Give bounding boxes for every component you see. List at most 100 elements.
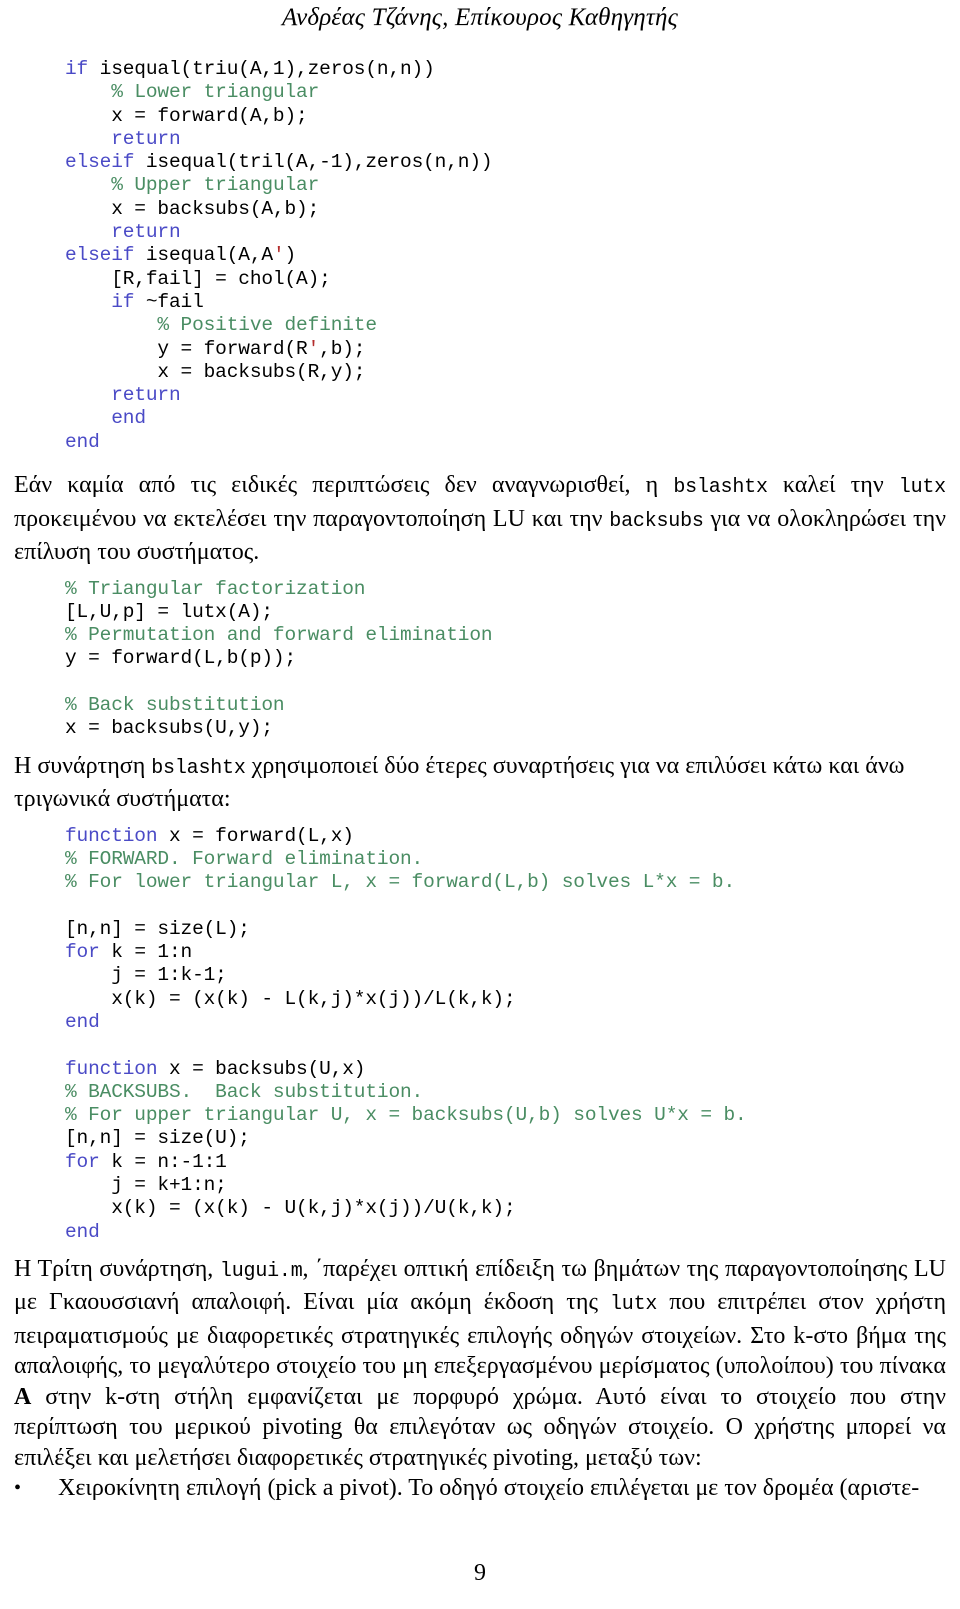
code-line: [n,n] = size(U);: [65, 1127, 946, 1150]
code-line: % Upper triangular: [65, 174, 946, 197]
code-line: [n,n] = size(L);: [65, 918, 946, 941]
code-token: ': [272, 244, 285, 267]
paragraph-bslashtx-calls-lutx: Εάν καμία από τις ειδικές περιπτώσεις δε…: [14, 470, 946, 568]
code-token: end: [111, 407, 146, 430]
code-line: for k = n:-1:1: [65, 1151, 946, 1174]
code-token: x = forward(L,x): [168, 824, 354, 847]
list-item-text: Χειροκίνητη επιλογή (pick a pivot). Το ο…: [58, 1475, 919, 1501]
inline-code: lutx: [898, 476, 946, 500]
code-token: x(k) = (x(k) - L(k,j)*x(j))/L(k,k);: [65, 987, 516, 1010]
code-token: y = forward(R: [65, 337, 308, 360]
inline-bold: A: [14, 1383, 32, 1410]
code-token: % FORWARD. Forward elimination.: [65, 847, 424, 870]
running-header-title: Ανδρέας Τζάνης, Επίκουρος Καθηγητής: [282, 4, 678, 31]
code-line: elseif isequal(tril(A,-1),zeros(n,n)): [65, 151, 946, 174]
inline-text: Εάν καμία από τις ειδικές περιπτώσεις δε…: [14, 472, 674, 499]
code-token: isequal(triu(A,1),zeros(n,n)): [99, 58, 435, 80]
code-line: if isequal(triu(A,1),zeros(n,n)): [65, 58, 946, 81]
code-block-forward-and-backsubs: function x = forward(L,x)% FORWARD. Forw…: [14, 825, 946, 1244]
code-token: ): [284, 244, 297, 267]
code-token: % For lower triangular L, x = forward(L,…: [65, 871, 736, 894]
code-token: x = backsubs(R,y);: [65, 360, 366, 383]
code-line: % Positive definite: [65, 314, 946, 337]
code-line: for k = 1:n: [65, 941, 946, 964]
code-token: x = backsubs(U,x): [168, 1057, 366, 1080]
code-line: % Triangular factorization: [65, 578, 946, 601]
code-line: % For lower triangular L, x = forward(L,…: [65, 871, 946, 894]
code-token: j = 1:k-1;: [65, 964, 227, 987]
code-token: if: [65, 58, 100, 80]
code-line: elseif isequal(A,A'): [65, 244, 946, 267]
code-line: x(k) = (x(k) - U(k,j)*x(j))/U(k,k);: [65, 1197, 946, 1220]
code-token: % Triangular factorization: [65, 577, 366, 600]
inline-text: καλεί την: [767, 472, 899, 499]
code-line: x(k) = (x(k) - L(k,j)*x(j))/L(k,k);: [65, 988, 946, 1011]
inline-code: backsubs: [609, 509, 704, 533]
code-token: k = n:-1:1: [111, 1150, 227, 1173]
code-line: % Lower triangular: [65, 81, 946, 104]
code-token: ~fail: [145, 290, 204, 313]
code-line: [R,fail] = chol(A);: [65, 268, 946, 291]
code-token: % Back substitution: [65, 694, 285, 717]
code-token: % Lower triangular: [111, 81, 320, 104]
code-token: return: [111, 221, 181, 244]
code-line: end: [65, 1221, 946, 1244]
code-token: return: [111, 127, 181, 150]
code-line: [L,U,p] = lutx(A);: [65, 601, 946, 624]
code-token: function: [65, 824, 169, 847]
inline-text: προκειμένου να εκτελέσει την παραγοντοπο…: [14, 505, 610, 532]
code-line: end: [65, 1011, 946, 1034]
pivoting-strategies-list: • Χειροκίνητη επιλογή (pick a pivot). Το…: [14, 1473, 946, 1504]
code-token: % BACKSUBS. Back substitution.: [65, 1080, 424, 1103]
code-token: % Permutation and forward elimination: [65, 624, 493, 647]
code-token: ,b);: [319, 337, 366, 360]
code-token: % Positive definite: [157, 314, 377, 337]
inline-code: lutx: [609, 1293, 658, 1317]
code-line: return: [65, 384, 946, 407]
code-token: [n,n] = size(L);: [65, 917, 250, 940]
code-token: x = backsubs(U,y);: [65, 717, 273, 740]
code-token: x = forward(A,b);: [65, 104, 308, 127]
code-token: end: [65, 1011, 100, 1033]
code-token: j = k+1:n;: [65, 1174, 227, 1197]
code-token: elseif: [65, 244, 146, 267]
code-line: function x = forward(L,x): [65, 825, 946, 848]
code-token: % For upper triangular U, x = backsubs(U…: [65, 1104, 747, 1127]
code-line: % Back substitution: [65, 694, 946, 717]
page-content: if isequal(triu(A,1),zeros(n,n)) % Lower…: [14, 58, 946, 1504]
code-token: elseif: [65, 151, 146, 174]
code-token: % Upper triangular: [111, 174, 320, 197]
code-token: return: [111, 384, 181, 407]
code-token: k = 1:n: [111, 941, 193, 964]
code-line: if ~fail: [65, 291, 946, 314]
page-number: 9: [474, 1560, 486, 1586]
code-token: [n,n] = size(U);: [65, 1127, 250, 1150]
code-line: % BACKSUBS. Back substitution.: [65, 1081, 946, 1104]
code-line: end: [65, 407, 946, 430]
paragraph-bslashtx-two-helpers: Η συνάρτηση bslashtx χρησιμοποιεί δύο έτ…: [14, 751, 946, 815]
code-line: % FORWARD. Forward elimination.: [65, 848, 946, 871]
code-line: end: [65, 431, 946, 454]
code-line: x = backsubs(U,y);: [65, 717, 946, 740]
bullet-dot-icon: •: [14, 1477, 22, 1500]
code-line: y = forward(L,b(p));: [65, 647, 946, 670]
code-block-bslashtx-special-cases: if isequal(triu(A,1),zeros(n,n)) % Lower…: [14, 58, 946, 454]
code-line: y = forward(R',b);: [65, 338, 946, 361]
document-page: Ανδρέας Τζάνης, Επίκουρος Καθηγητής if i…: [0, 0, 960, 1609]
inline-code: lugui.m: [219, 1259, 303, 1283]
code-token: if: [111, 290, 146, 313]
